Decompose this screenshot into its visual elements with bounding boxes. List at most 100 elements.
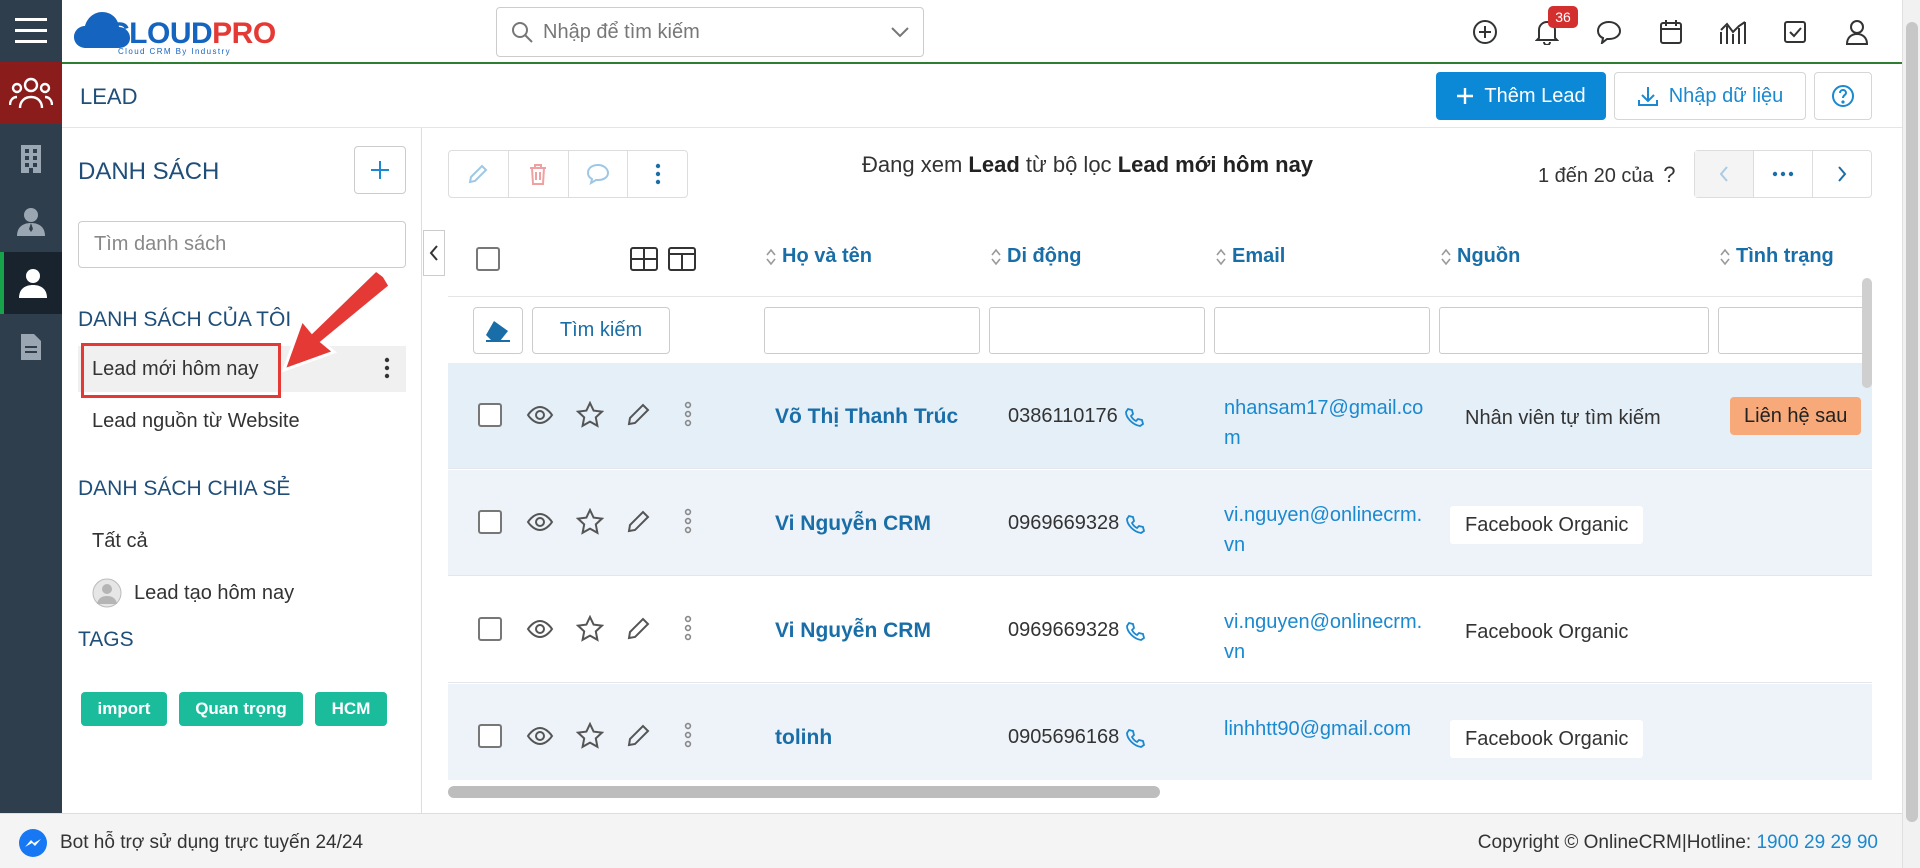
lead-name-link[interactable]: Vi Nguyễn CRM <box>775 619 931 643</box>
task-check-icon[interactable] <box>1778 15 1812 49</box>
filter-email-input[interactable] <box>1214 307 1430 354</box>
clear-filter-button[interactable] <box>473 307 523 354</box>
tag-hcm[interactable]: HCM <box>315 692 387 726</box>
comment-button[interactable] <box>569 151 629 197</box>
chevron-right-icon <box>1838 166 1847 182</box>
filter-status-input[interactable] <box>1718 307 1872 354</box>
rail-organization[interactable] <box>0 128 62 190</box>
report-chart-icon[interactable] <box>1716 15 1750 49</box>
pencil-icon[interactable] <box>626 401 652 427</box>
horizontal-scrollbar[interactable] <box>448 786 1160 798</box>
support-bot-text[interactable]: Bot hỗ trợ sử dụng trực tuyến 24/24 <box>60 832 363 854</box>
next-page-button[interactable] <box>1813 151 1871 197</box>
page-scrollbar-thumb[interactable] <box>1906 22 1918 822</box>
table-row[interactable]: tolinh 0905696168 linhhtt90@gmail.com Fa… <box>448 684 1872 780</box>
eye-icon[interactable] <box>526 615 554 643</box>
more-actions-button[interactable] <box>628 151 687 197</box>
add-circle-icon[interactable] <box>1468 15 1502 49</box>
edit-button[interactable] <box>449 151 509 197</box>
annotation-arrow-icon <box>281 270 392 373</box>
lead-email-link[interactable]: nhansam17@gmail.com <box>1224 393 1424 453</box>
chevron-down-icon[interactable] <box>891 26 909 38</box>
more-vertical-icon[interactable] <box>684 401 692 427</box>
calendar-icon[interactable] <box>1654 15 1688 49</box>
lead-name-link[interactable]: tolinh <box>775 726 832 750</box>
grid-view-icon[interactable] <box>630 247 658 271</box>
import-data-button[interactable]: Nhập dữ liệu <box>1614 72 1806 120</box>
table-row[interactable]: Vi Nguyễn CRM 0969669328 vi.nguyen@onlin… <box>448 470 1872 576</box>
star-icon[interactable] <box>576 722 604 750</box>
filter-name-input[interactable] <box>764 307 980 354</box>
filter-source-input[interactable] <box>1439 307 1709 354</box>
column-header-status[interactable]: Tình trạng <box>1720 245 1834 268</box>
column-header-source[interactable]: Nguồn <box>1441 245 1520 268</box>
column-header-mobile[interactable]: Di động <box>991 245 1081 268</box>
lead-name-link[interactable]: Vi Nguyễn CRM <box>775 512 931 536</box>
paging-total[interactable]: ? <box>1663 162 1675 187</box>
table-row[interactable]: Võ Thị Thanh Trúc 0386110176 nhansam17@g… <box>448 363 1872 469</box>
lead-email-link[interactable]: vi.nguyen@onlinecrm.vn <box>1224 607 1424 667</box>
phone-icon[interactable] <box>1125 514 1146 534</box>
chat-icon[interactable] <box>1592 15 1626 49</box>
column-header-name[interactable]: Họ và tên <box>766 245 872 268</box>
pencil-icon[interactable] <box>626 508 652 534</box>
eye-icon[interactable] <box>526 508 554 536</box>
list-item-lead-created-today[interactable]: Lead tạo hôm nay <box>78 570 406 616</box>
phone-icon[interactable] <box>1124 407 1144 427</box>
page-jump-button[interactable] <box>1754 151 1813 197</box>
column-view-icon[interactable] <box>668 247 696 271</box>
column-header-email[interactable]: Email <box>1216 245 1285 268</box>
rail-leads[interactable] <box>0 62 62 124</box>
add-lead-button[interactable]: Thêm Lead <box>1436 72 1606 120</box>
eraser-icon <box>486 320 510 342</box>
vertical-scrollbar[interactable] <box>1862 278 1872 388</box>
tag-important[interactable]: Quan trọng <box>179 692 303 726</box>
list-search-input[interactable] <box>78 221 406 268</box>
row-checkbox[interactable] <box>478 403 502 427</box>
star-icon[interactable] <box>576 508 604 536</box>
more-vertical-icon[interactable] <box>684 615 692 641</box>
star-icon[interactable] <box>576 401 604 429</box>
table-row[interactable]: Vi Nguyễn CRM 0969669328 vi.nguyen@onlin… <box>448 577 1872 683</box>
phone-number: 0969669328 <box>1008 619 1120 641</box>
eye-icon[interactable] <box>526 722 554 750</box>
global-search[interactable] <box>496 7 924 57</box>
rail-document[interactable] <box>0 316 62 378</box>
lead-email-link[interactable]: vi.nguyen@onlinecrm.vn <box>1224 500 1424 560</box>
page-scrollbar[interactable] <box>1902 0 1920 868</box>
logo[interactable]: CLOUDPRO Cloud CRM By Industry <box>72 6 302 56</box>
lead-name-link[interactable]: Võ Thị Thanh Trúc <box>775 405 958 429</box>
star-icon[interactable] <box>576 615 604 643</box>
pencil-icon[interactable] <box>626 722 652 748</box>
filter-search-button[interactable]: Tìm kiếm <box>532 307 670 354</box>
list-item-lead-website[interactable]: Lead nguồn từ Website <box>78 398 406 444</box>
help-button[interactable] <box>1814 72 1872 120</box>
rail-contact[interactable] <box>0 190 62 252</box>
global-search-input[interactable] <box>543 20 891 44</box>
list-item-all[interactable]: Tất cả <box>78 518 406 564</box>
pencil-icon[interactable] <box>626 615 652 641</box>
rail-person[interactable] <box>0 252 62 314</box>
previous-page-button[interactable] <box>1695 151 1754 197</box>
lead-email-link[interactable]: linhhtt90@gmail.com <box>1224 714 1424 744</box>
eye-icon[interactable] <box>526 401 554 429</box>
delete-button[interactable] <box>509 151 569 197</box>
tag-import[interactable]: import <box>81 692 167 726</box>
more-vertical-icon[interactable] <box>684 722 692 748</box>
phone-icon[interactable] <box>1125 621 1146 641</box>
lead-phone: 0386110176 <box>1008 405 1144 428</box>
filter-mobile-input[interactable] <box>989 307 1205 354</box>
hotline-link[interactable]: 1900 29 29 90 <box>1756 832 1878 853</box>
row-checkbox[interactable] <box>478 510 502 534</box>
more-vertical-icon[interactable] <box>684 508 692 534</box>
row-checkbox[interactable] <box>478 617 502 641</box>
menu-icon[interactable] <box>0 0 62 62</box>
user-profile-icon[interactable] <box>1840 15 1874 49</box>
phone-icon[interactable] <box>1125 728 1146 748</box>
row-checkbox[interactable] <box>478 724 502 748</box>
collapse-panel-button[interactable] <box>423 230 445 276</box>
select-all-checkbox[interactable] <box>476 247 500 271</box>
add-list-button[interactable] <box>354 146 406 194</box>
messenger-icon[interactable] <box>18 828 48 858</box>
shared-lists-heading: DANH SÁCH CHIA SẺ <box>78 477 291 500</box>
